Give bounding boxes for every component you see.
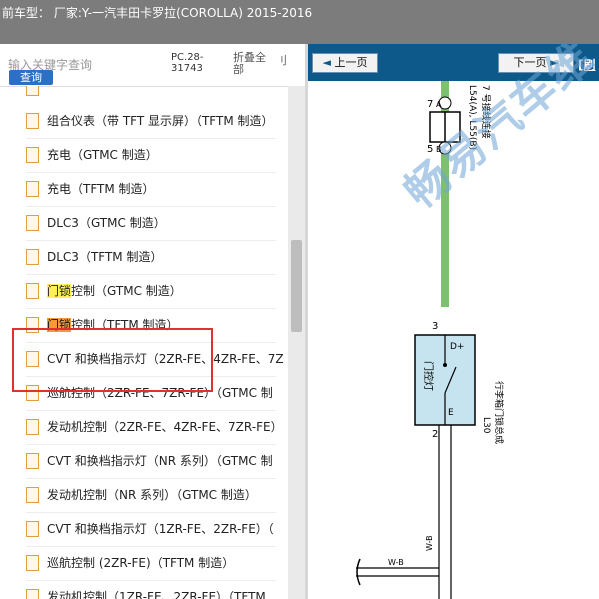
list-item-label: 充电（GTMC 制造）: [47, 148, 158, 162]
document-icon: [26, 180, 39, 197]
list-separator: [26, 172, 276, 173]
list-item-label: DLC3（TFTM 制造）: [47, 250, 163, 264]
list-separator: [26, 240, 276, 241]
page-code: PC.28- 31743: [171, 52, 204, 74]
scrollbar[interactable]: [288, 86, 305, 599]
document-icon: [26, 486, 39, 503]
document-icon: [26, 452, 39, 469]
list-item-label: CVT 和换档指示灯（1ZR-FE、2ZR-FE）（: [47, 522, 274, 536]
list-separator: [26, 206, 276, 207]
list-separator: [26, 308, 276, 309]
list-item[interactable]: DLC3（TFTM 制造）: [26, 247, 162, 267]
document-icon: [26, 282, 39, 299]
list-item-label: 组合仪表（带 TFT 显示屏）（TFTM 制造）: [47, 114, 274, 128]
list-item[interactable]: 充电（GTMC 制造）: [26, 145, 158, 165]
list-item-partial[interactable]: [26, 86, 47, 98]
list-item-label: 控制（GTMC 制造）: [71, 284, 182, 298]
window-title: 前车型： 厂家:Y-一汽丰田卡罗拉(COROLLA) 2015-2016: [2, 6, 313, 20]
list-item[interactable]: 发动机控制（NR 系列）（GTMC 制造）: [26, 485, 257, 505]
fold-all-line-2: 部: [233, 63, 244, 76]
pin-3-label: 3: [432, 321, 438, 332]
page-code-line-2: 31743: [171, 63, 203, 74]
document-icon: [26, 520, 39, 537]
l30-name: 行李箱门锁总成: [493, 381, 505, 444]
list-item[interactable]: CVT 和换档指示灯（1ZR-FE、2ZR-FE）（: [26, 519, 274, 539]
list-item-label: 发动机控制（NR 系列）（GTMC 制造）: [47, 488, 257, 502]
toolbar-fragment[interactable]: 刂: [276, 52, 287, 68]
list-item[interactable]: 门锁控制（GTMC 制造）: [26, 281, 182, 301]
list-separator: [26, 580, 276, 581]
search-row: 输入关键字查询 查询 PC.28- 31743 折叠全 部 刂: [0, 44, 305, 87]
wire-break-mark: [356, 558, 361, 586]
page-code-line-1: PC.28-: [171, 52, 204, 63]
prev-arrow-icon: ◄: [322, 56, 331, 69]
list-item-label: CVT 和换档指示灯（NR 系列）（GTMC 制: [47, 454, 273, 468]
prev-page-label: 上一页: [334, 56, 368, 69]
pin-a-label: A: [436, 100, 442, 109]
list-separator: [26, 274, 276, 275]
list-item[interactable]: CVT 和换档指示灯（NR 系列）（GTMC 制: [26, 451, 273, 471]
list-item-label: DLC3（GTMC 制造）: [47, 216, 166, 230]
list-separator: [26, 410, 276, 411]
switch-contact-top: [443, 363, 447, 367]
list-separator: [26, 478, 276, 479]
list-item-label: 发动机控制（2ZR-FE、4ZR-FE、7ZR-FE）: [47, 420, 283, 434]
wire-wb-vertical: W-B: [425, 535, 434, 551]
highlight-box: [12, 328, 213, 392]
list-separator: [26, 546, 276, 547]
fold-all-button[interactable]: 折叠全 部: [233, 52, 266, 76]
document-icon: [26, 418, 39, 435]
list-item[interactable]: 巡航控制 (2ZR-FE)（TFTM 制造）: [26, 553, 234, 573]
l30-label: L30: [481, 417, 491, 434]
prev-page-button[interactable]: ◄ 上一页: [312, 53, 378, 73]
document-icon: [26, 554, 39, 571]
left-panel: 输入关键字查询 查询 PC.28- 31743 折叠全 部 刂 组合仪表（带 T…: [0, 44, 305, 599]
list-item[interactable]: 充电（TFTM 制造）: [26, 179, 155, 199]
e-pin-label: E: [448, 408, 454, 418]
list-item[interactable]: DLC3（GTMC 制造）: [26, 213, 166, 233]
d-plus-label: D+: [450, 342, 464, 352]
list-separator: [26, 512, 276, 513]
title-bar: 前车型： 厂家:Y-一汽丰田卡罗拉(COROLLA) 2015-2016: [0, 0, 599, 44]
document-icon: [26, 112, 39, 129]
component-name: 门控灯: [422, 361, 435, 391]
document-icon: [26, 588, 39, 599]
document-icon: [26, 214, 39, 231]
document-icon: [26, 86, 39, 96]
search-button[interactable]: 查询: [9, 70, 53, 85]
wiring-diagram: 7 A 5 B L54(A), L55(B) 7 号接线连接 3 D+ 门控灯 …: [308, 44, 599, 599]
pin-2-label: 2: [432, 429, 438, 440]
list-item-label: 发动机控制（1ZR-FE、2ZR-FE）（TFTM: [47, 590, 266, 599]
right-panel: ◄ 上一页 下一页 ► [刷 7 A 5 B L54(A), L55(B) 7 …: [308, 44, 599, 599]
list-item-label: 充电（TFTM 制造）: [47, 182, 155, 196]
list-item[interactable]: 组合仪表（带 TFT 显示屏）（TFTM 制造）: [26, 111, 274, 131]
search-highlight: 门锁: [47, 284, 72, 298]
document-icon: [26, 146, 39, 163]
list-separator: [26, 444, 276, 445]
wire-wb-horizontal: W-B: [388, 558, 404, 567]
document-icon: [26, 248, 39, 265]
list-item[interactable]: 发动机控制（1ZR-FE、2ZR-FE）（TFTM: [26, 587, 266, 599]
list-separator: [26, 138, 276, 139]
pin-7-label: 7: [427, 99, 433, 110]
list-item[interactable]: 发动机控制（2ZR-FE、4ZR-FE、7ZR-FE）: [26, 417, 283, 437]
scrollbar-thumb[interactable]: [291, 240, 302, 332]
list-item-label: 巡航控制 (2ZR-FE)（TFTM 制造）: [47, 556, 235, 570]
